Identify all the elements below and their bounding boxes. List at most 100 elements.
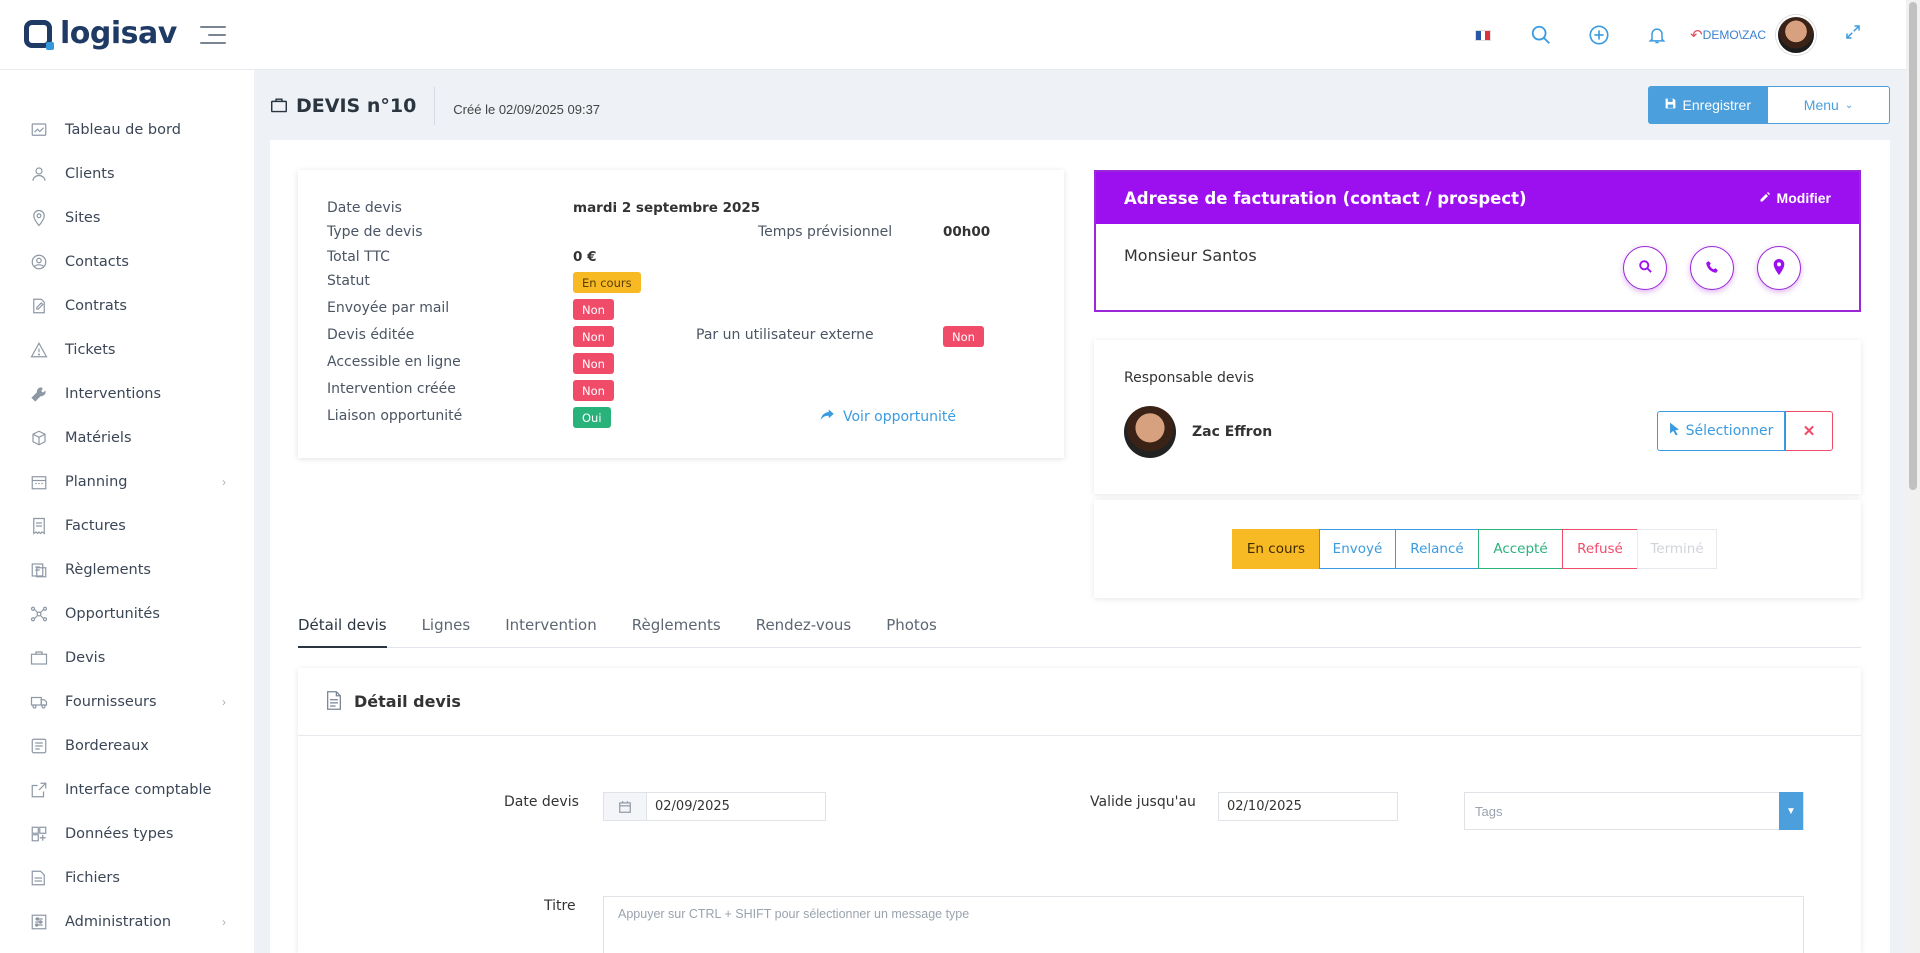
search-icon bbox=[1638, 259, 1653, 277]
menu-dropdown-button[interactable]: Menu ⌄ bbox=[1767, 86, 1890, 124]
sidebar-item-opportunites[interactable]: Opportunités bbox=[0, 592, 254, 636]
map-marker-icon bbox=[1773, 258, 1785, 278]
sidebar-item-fichiers[interactable]: Fichiers bbox=[0, 856, 254, 900]
logo[interactable]: logisav bbox=[24, 16, 177, 51]
status-button-en-cours[interactable]: En cours bbox=[1232, 529, 1320, 569]
close-icon: ✕ bbox=[1802, 423, 1816, 440]
sidebar-item-sites[interactable]: Sites bbox=[0, 196, 254, 240]
mail-badge: Non bbox=[573, 299, 614, 320]
scroll-thumb[interactable] bbox=[1909, 2, 1917, 490]
save-button[interactable]: Enregistrer bbox=[1647, 86, 1767, 124]
status-button-termine: Terminé bbox=[1637, 529, 1717, 569]
calendar-icon bbox=[28, 473, 50, 491]
sidebar-item-label: Fournisseurs bbox=[65, 694, 157, 710]
detail-header: Détail devis bbox=[298, 668, 1861, 736]
sidebar-item-interventions[interactable]: Interventions bbox=[0, 372, 254, 416]
sidebar: Tableau de bord Clients Sites Contacts Contr… bbox=[0, 70, 254, 953]
sidebar-item-materiels[interactable]: Matériels bbox=[0, 416, 254, 460]
editee-badge: Non bbox=[573, 326, 614, 347]
contract-icon bbox=[28, 297, 50, 315]
page-scrollbar[interactable] bbox=[1906, 0, 1920, 953]
liaison-badge: Oui bbox=[573, 407, 611, 428]
valid-until-input[interactable]: 02/10/2025 bbox=[1218, 792, 1398, 821]
tab-photos[interactable]: Photos bbox=[886, 606, 937, 647]
tags-dropdown-icon[interactable]: ▼ bbox=[1779, 792, 1803, 830]
sidebar-item-reglements[interactable]: Règlements bbox=[0, 548, 254, 592]
locate-contact-button[interactable] bbox=[1757, 246, 1801, 290]
externe-label: Par un utilisateur externe bbox=[696, 327, 874, 343]
sidebar-item-devis[interactable]: Devis bbox=[0, 636, 254, 680]
sidebar-item-label: Planning bbox=[65, 474, 128, 490]
statut-label: Statut bbox=[327, 273, 370, 289]
sidebar-item-clients[interactable]: Clients bbox=[0, 152, 254, 196]
calendar-icon[interactable] bbox=[603, 792, 647, 821]
sidebar-item-label: Contacts bbox=[65, 254, 129, 270]
chevron-right-icon: › bbox=[222, 475, 226, 489]
select-label: Sélectionner bbox=[1685, 423, 1774, 439]
sidebar-item-fournisseurs[interactable]: Fournisseurs › bbox=[0, 680, 254, 724]
date-field-input[interactable]: 02/09/2025 bbox=[646, 792, 826, 821]
tab-intervention[interactable]: Intervention bbox=[505, 606, 597, 647]
language-flag-icon[interactable] bbox=[1454, 14, 1512, 56]
date-value: mardi 2 septembre 2025 bbox=[573, 200, 761, 216]
external-link-icon bbox=[28, 781, 50, 799]
tags-select[interactable]: Tags ▼ bbox=[1464, 792, 1804, 830]
status-button-refuse[interactable]: Refusé bbox=[1562, 529, 1638, 569]
sidebar-item-label: Interventions bbox=[65, 386, 162, 402]
remove-responsible-button[interactable]: ✕ bbox=[1785, 411, 1833, 451]
enligne-badge: Non bbox=[573, 353, 614, 374]
total-label: Total TTC bbox=[327, 249, 390, 265]
tab-detail-devis[interactable]: Détail devis bbox=[298, 606, 387, 648]
tab-lignes[interactable]: Lignes bbox=[422, 606, 471, 647]
sidebar-item-administration[interactable]: Administration › bbox=[0, 900, 254, 944]
map-pin-icon bbox=[28, 209, 50, 227]
billing-contact-name: Monsieur Santos bbox=[1124, 246, 1257, 265]
billing-address-card: Adresse de facturation (contact / prospe… bbox=[1094, 170, 1861, 312]
impersonation-switch[interactable]: ↶ DEMO \ZAC bbox=[1690, 26, 1766, 44]
quote-info-card: Date devis mardi 2 septembre 2025 Type d… bbox=[298, 170, 1064, 458]
payment-icon bbox=[28, 561, 50, 579]
fullscreen-icon[interactable] bbox=[1844, 23, 1862, 47]
top-bar: logisav ↶ DEMO \ZAC bbox=[0, 0, 1906, 70]
sidebar-item-tickets[interactable]: Tickets bbox=[0, 328, 254, 372]
bell-icon[interactable] bbox=[1628, 14, 1686, 56]
briefcase-icon bbox=[28, 649, 50, 667]
status-button-accepte[interactable]: Accepté bbox=[1478, 529, 1563, 569]
titre-input[interactable]: Appuyer sur CTRL + SHIFT pour sélectionn… bbox=[603, 896, 1804, 953]
save-icon bbox=[1664, 97, 1677, 113]
view-opportunity-link[interactable]: Voir opportunité bbox=[820, 408, 956, 425]
select-responsible-button[interactable]: Sélectionner bbox=[1657, 411, 1785, 451]
sidebar-item-bordereaux[interactable]: Bordereaux bbox=[0, 724, 254, 768]
logo-mark-icon bbox=[24, 19, 54, 50]
sidebar-item-contacts[interactable]: Contacts bbox=[0, 240, 254, 284]
network-icon bbox=[28, 605, 50, 623]
menu-toggle-icon[interactable] bbox=[200, 26, 226, 50]
box-icon bbox=[28, 429, 50, 447]
chevron-down-icon: ⌄ bbox=[1844, 99, 1854, 111]
add-circle-icon[interactable] bbox=[1570, 14, 1628, 56]
sidebar-item-label: Sites bbox=[65, 210, 101, 226]
sidebar-item-label: Opportunités bbox=[65, 606, 160, 622]
status-button-relance[interactable]: Relancé bbox=[1395, 529, 1479, 569]
call-contact-button[interactable] bbox=[1690, 246, 1734, 290]
search-contact-button[interactable] bbox=[1623, 246, 1667, 290]
sidebar-item-factures[interactable]: Factures bbox=[0, 504, 254, 548]
sidebar-item-donnees-types[interactable]: Données types bbox=[0, 812, 254, 856]
sidebar-item-contrats[interactable]: Contrats bbox=[0, 284, 254, 328]
tab-reglements[interactable]: Règlements bbox=[632, 606, 721, 647]
search-icon[interactable] bbox=[1512, 14, 1570, 56]
titre-label: Titre bbox=[544, 898, 576, 914]
billing-title: Adresse de facturation (contact / prospe… bbox=[1124, 188, 1527, 208]
sidebar-item-planning[interactable]: Planning › bbox=[0, 460, 254, 504]
sidebar-item-tableau-de-bord[interactable]: Tableau de bord bbox=[0, 108, 254, 152]
tab-rendez-vous[interactable]: Rendez-vous bbox=[756, 606, 852, 647]
undo-arrow-icon: ↶ bbox=[1690, 27, 1703, 44]
slip-icon bbox=[28, 737, 50, 755]
detail-tabs: Détail devis Lignes Intervention Règlements… bbox=[298, 606, 1861, 648]
sidebar-item-interface-comptable[interactable]: Interface comptable bbox=[0, 768, 254, 812]
status-button-envoye[interactable]: Envoyé bbox=[1319, 529, 1396, 569]
dashboard-icon bbox=[28, 121, 50, 139]
externe-badge: Non bbox=[943, 326, 984, 347]
edit-billing-button[interactable]: Modifier bbox=[1759, 190, 1831, 206]
user-avatar[interactable] bbox=[1776, 15, 1816, 55]
